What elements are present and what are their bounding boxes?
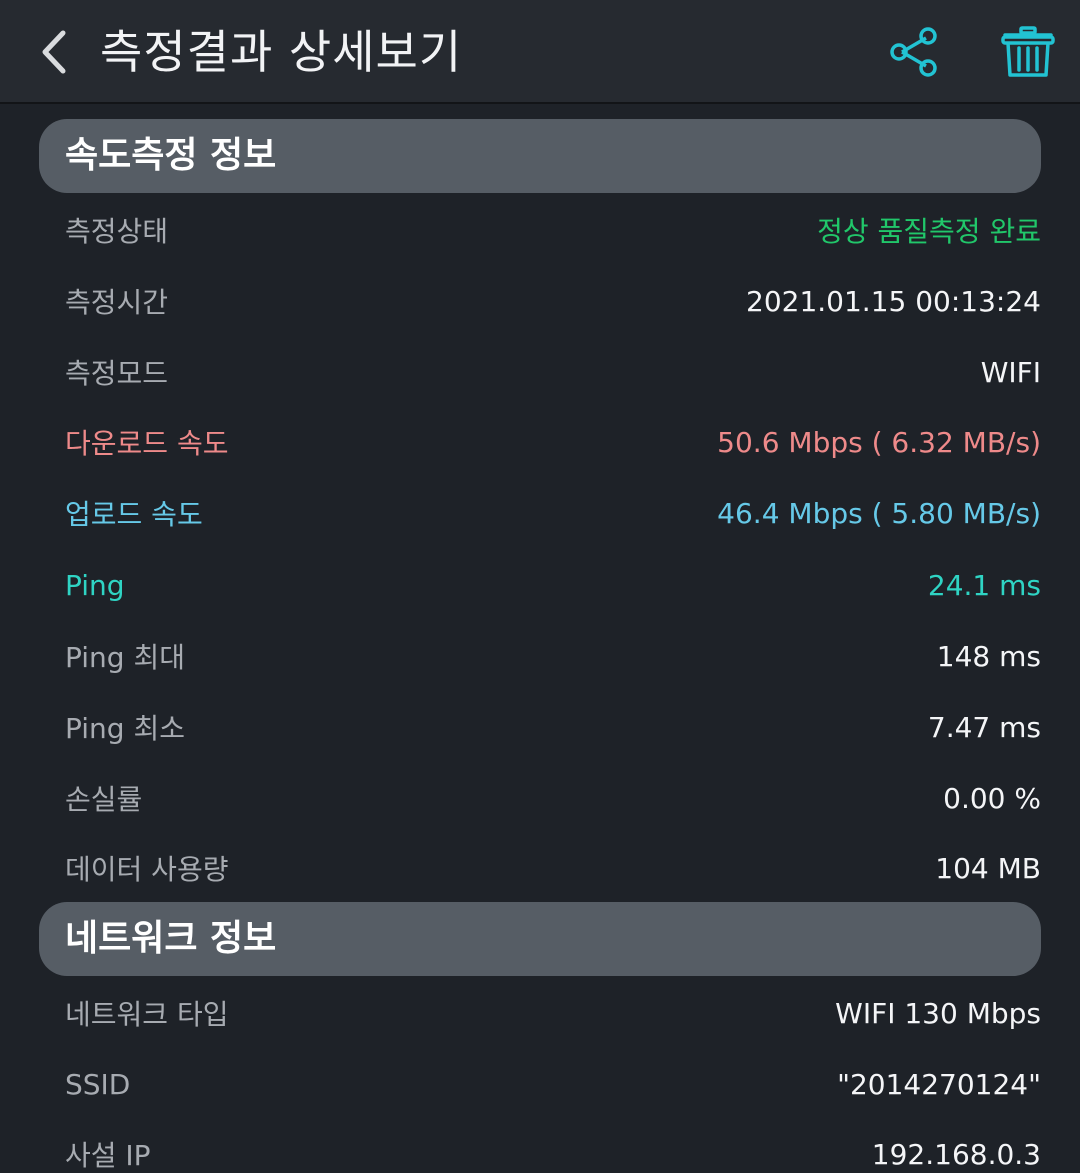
- row-measure-time: 측정시간 2021.01.15 00:13:24: [65, 275, 1041, 327]
- row-label: Ping: [65, 568, 125, 602]
- row-value: "2014270124": [837, 1067, 1041, 1101]
- chevron-left-icon: [42, 30, 66, 74]
- row-measure-status: 측정상태 정상 품질측정 완료: [65, 204, 1041, 256]
- row-value: 7.47 ms: [927, 710, 1041, 744]
- row-label: SSID: [65, 1067, 131, 1101]
- row-data-usage: 데이터 사용량 104 MB: [65, 842, 1041, 894]
- row-label: 업로드 속도: [65, 498, 203, 531]
- app-header: 측정결과 상세보기: [0, 0, 1080, 104]
- row-label: Ping 최소: [65, 712, 185, 745]
- row-label: Ping 최대: [65, 641, 185, 674]
- row-upload-speed: 업로드 속도 46.4 Mbps ( 5.80 MB/s): [65, 487, 1041, 539]
- row-ssid: SSID "2014270124": [65, 1058, 1041, 1110]
- row-value: 24.1 ms: [927, 568, 1041, 602]
- row-label: 네트워크 타입: [65, 998, 229, 1031]
- share-icon: [890, 27, 937, 77]
- delete-button[interactable]: [996, 20, 1060, 84]
- row-network-type: 네트워크 타입 WIFI 130 Mbps: [65, 987, 1041, 1039]
- row-download-speed: 다운로드 속도 50.6 Mbps ( 6.32 MB/s): [65, 416, 1041, 468]
- row-loss-rate: 손실률 0.00 %: [65, 772, 1041, 824]
- row-value: 2021.01.15 00:13:24: [746, 284, 1041, 318]
- row-label: 데이터 사용량: [65, 853, 229, 886]
- row-label: 측정상태: [65, 215, 169, 248]
- row-label: 측정모드: [65, 357, 169, 390]
- share-button[interactable]: [882, 20, 946, 84]
- row-ping-min: Ping 최소 7.47 ms: [65, 701, 1041, 753]
- row-ping-max: Ping 최대 148 ms: [65, 630, 1041, 682]
- row-value: 192.168.0.3: [871, 1137, 1041, 1171]
- row-label: 다운로드 속도: [65, 427, 229, 460]
- row-label: 사설 IP: [65, 1139, 151, 1172]
- app-screen: 측정결과 상세보기 속도측정 정보 측정상태 정상 품질측정 완료 측정시간 2…: [0, 0, 1080, 1173]
- row-value: WIFI: [980, 355, 1041, 389]
- row-private-ip: 사설 IP 192.168.0.3: [65, 1128, 1041, 1173]
- network-section-header: 네트워크 정보: [39, 902, 1041, 976]
- trash-icon: [1001, 26, 1055, 77]
- row-value: 104 MB: [935, 851, 1041, 885]
- row-value: 50.6 Mbps ( 6.32 MB/s): [717, 425, 1041, 459]
- row-ping: Ping 24.1 ms: [65, 559, 1041, 611]
- row-label: 손실률: [65, 783, 143, 816]
- row-value: 0.00 %: [943, 781, 1041, 815]
- row-value: 46.4 Mbps ( 5.80 MB/s): [717, 496, 1041, 530]
- speed-section-header: 속도측정 정보: [39, 119, 1041, 193]
- row-value: WIFI 130 Mbps: [835, 996, 1041, 1030]
- page-title: 측정결과 상세보기: [100, 25, 463, 79]
- status-value: 정상 품질측정 완료: [817, 215, 1041, 248]
- row-measure-mode: 측정모드 WIFI: [65, 346, 1041, 398]
- row-value: 148 ms: [936, 639, 1041, 673]
- back-button[interactable]: [26, 22, 82, 82]
- row-label: 측정시간: [65, 286, 169, 319]
